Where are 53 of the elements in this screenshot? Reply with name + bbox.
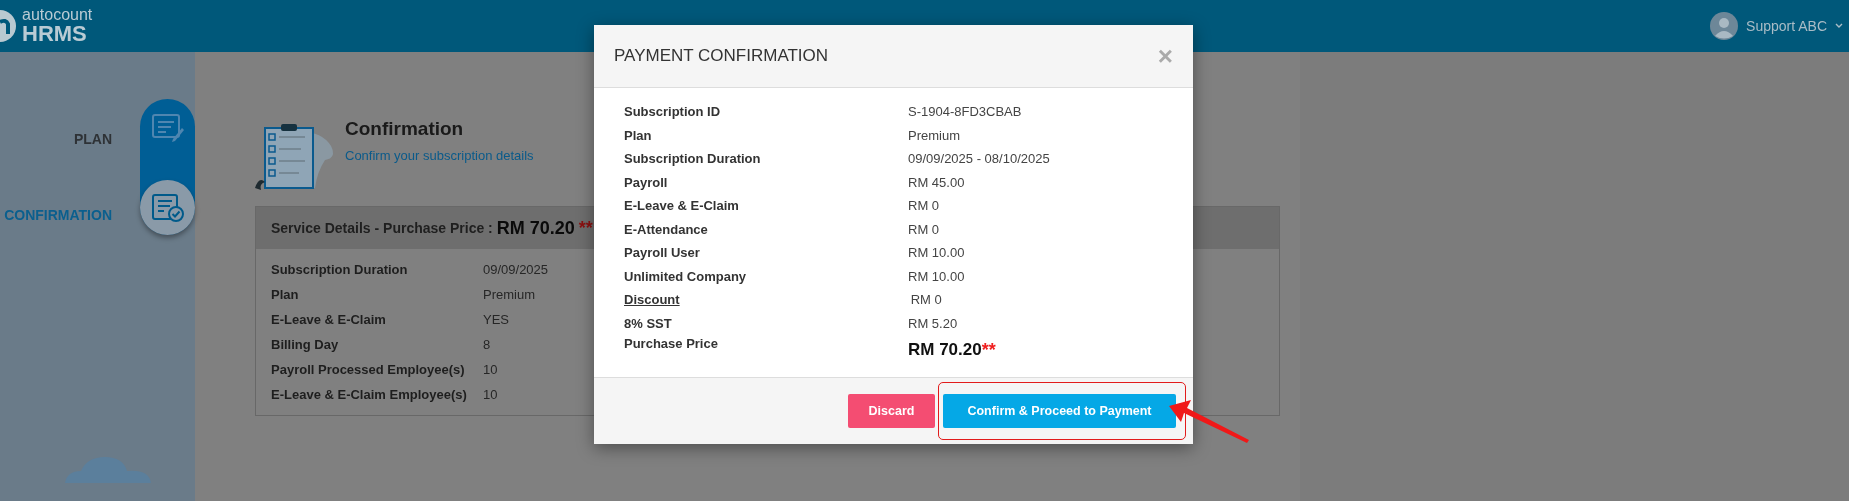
step-label[interactable]: CONFIRMATION xyxy=(4,207,112,223)
field-label: E-Leave & E-Claim xyxy=(271,312,387,327)
field-value: RM 5.20 xyxy=(908,315,958,331)
asterisk-mark: ** xyxy=(578,217,593,239)
step-label[interactable]: PLAN xyxy=(73,131,112,147)
discard-button[interactable]: Discard xyxy=(848,394,935,428)
field-label: Billing Day xyxy=(271,337,340,352)
field-value: 10 xyxy=(483,362,498,377)
logo-text: autocount xyxy=(22,7,93,23)
card-heading: Service Details - Purchase Price : xyxy=(271,220,493,236)
field-label: Payroll User xyxy=(624,245,701,261)
field-value: RM 0 xyxy=(908,221,940,237)
field-value: RM 45.00 xyxy=(908,174,965,190)
form-edit-icon xyxy=(150,113,185,143)
field-label: Plan xyxy=(624,127,653,143)
discount-link[interactable]: Discount xyxy=(624,292,680,308)
field-label: Plan xyxy=(271,287,300,302)
close-button[interactable]: × xyxy=(1157,40,1173,72)
field-label: E-Leave & E-Claim xyxy=(624,198,740,214)
field-value: S-1904-8FD3CBAB xyxy=(908,104,1022,120)
page-title: Confirmation xyxy=(345,118,465,140)
field-label: Subscription Duration xyxy=(624,151,762,167)
field-value: 09/09/2025 xyxy=(483,262,549,277)
field-label: E-Leave & E-Claim Employee(s) xyxy=(271,387,468,402)
field-label: Payroll xyxy=(624,174,669,190)
product-name: HRMS xyxy=(22,23,88,45)
field-value: RM 10.00 xyxy=(908,268,965,284)
field-label: 8% SST xyxy=(624,315,673,331)
field-label: Subscription ID xyxy=(624,104,722,120)
confirm-button[interactable]: Confirm & Proceed to Payment xyxy=(943,394,1176,428)
caret-icon xyxy=(1835,23,1843,29)
dialog-title: PAYMENT CONFIRMATION xyxy=(614,46,829,66)
field-value: 10 xyxy=(483,387,498,402)
field-value: 8 xyxy=(483,337,491,352)
field-label: E-Attendance xyxy=(624,221,709,237)
field-label: Purchase Price xyxy=(624,335,719,351)
field-value: Premium xyxy=(483,287,535,302)
field-value: Premium xyxy=(908,127,960,143)
form-check-icon xyxy=(150,192,185,223)
avatar-icon xyxy=(1710,12,1739,40)
field-label: Subscription Duration xyxy=(271,262,409,277)
user-menu[interactable]: Support ABC xyxy=(1710,12,1843,40)
price-value: RM 70.20 xyxy=(496,217,575,239)
price-value: RM 70.20 xyxy=(908,340,982,360)
field-value: RM 0 xyxy=(910,292,942,308)
field-label: Unlimited Company xyxy=(624,268,748,284)
field-label: Payroll Processed Employee(s) xyxy=(271,362,466,377)
page-subtitle: Confirm your subscription details xyxy=(345,148,534,163)
field-value: RM 0 xyxy=(908,198,940,214)
field-value: 09/09/2025 - 08/10/2025 xyxy=(908,151,1050,167)
asterisk-mark: ** xyxy=(981,339,996,361)
field-value: RM 10.00 xyxy=(908,245,965,261)
field-value: YES xyxy=(483,312,509,327)
